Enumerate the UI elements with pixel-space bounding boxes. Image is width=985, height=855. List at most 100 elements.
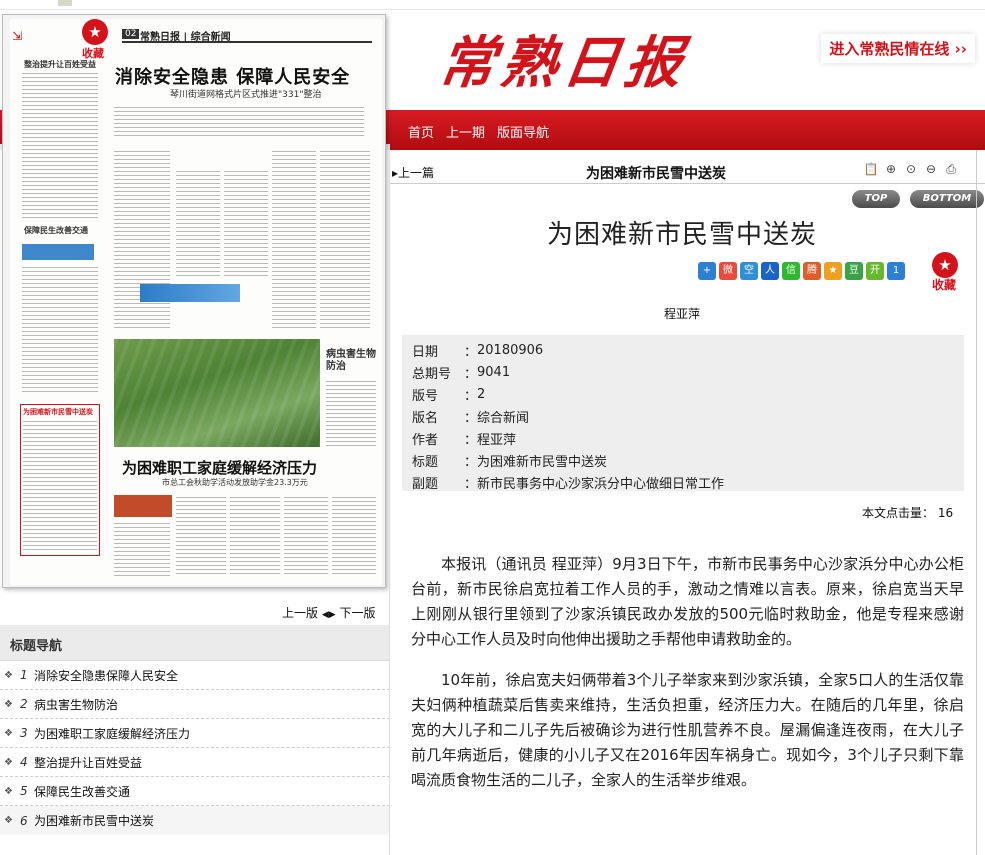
np-headline[interactable]: 消除安全隐患 保障人民安全 (115, 63, 350, 89)
meta-row: 版号 ： 2 (412, 383, 954, 405)
meta-colon: ： (464, 344, 478, 360)
item-label[interactable]: 消除安全隐患保障人民安全 (34, 667, 178, 684)
np-text-block (114, 149, 170, 329)
share-douban-icon[interactable]: 豆 (845, 262, 863, 280)
hits-value: 16 (937, 506, 954, 520)
share-wechat-icon[interactable]: 信 (782, 262, 800, 280)
item-label[interactable]: 为困难职工家庭缓解经济压力 (34, 725, 190, 742)
zoom-out-icon[interactable]: ⊖ (923, 161, 939, 177)
clipboard-icon[interactable]: 📋 (863, 161, 879, 177)
enter-minqing-link[interactable]: 进入常熟民情在线 ›› (821, 34, 975, 63)
prev-page-link[interactable]: 上一版 (282, 606, 318, 620)
meta-value: 9041 (477, 364, 511, 380)
meta-value: 程亚萍 (477, 432, 517, 448)
meta-row: 总期号 ： 9041 (412, 361, 954, 383)
bullet-icon: ❖ (4, 669, 13, 681)
zoom-reset-icon[interactable]: ⊙ (903, 161, 919, 177)
article-paragraph: 10年前，徐启宽夫妇俩带着3个儿子举家来到沙家浜镇，全家5口人的生活仅靠夫妇俩种… (411, 671, 964, 789)
newspaper-page[interactable]: ⇲ ★ 收藏 02 常熟日报 | 综合新闻 消除安全隐患 保障人民安全 琴川街道… (10, 19, 382, 585)
title-nav-item[interactable]: ❖ 5 保障民生改善交通 (0, 777, 390, 806)
bullet-icon: ❖ (4, 698, 13, 710)
top-strip (0, 0, 985, 10)
np-text-block (284, 495, 328, 577)
meta-row: 作者 ：程亚萍 (412, 427, 954, 449)
np-column-logo (114, 495, 172, 517)
article-favorite-label[interactable]: 收藏 (932, 276, 956, 293)
hit-counter: 本文点击量： 16 (862, 504, 953, 521)
np-text-block (326, 379, 376, 449)
article-bar: ▸上一篇 为困难新市民雪中送炭 📋 ⊕ ⊙ ⊖ ⎙ (390, 160, 985, 184)
article-tools: 📋 ⊕ ⊙ ⊖ ⎙ (863, 161, 959, 177)
article-meta-box: 日期： 20180906 总期号： 9041 版号： 2 版名：综合新闻 作者：程亚萍… (402, 335, 964, 493)
meta-value: 20180906 (477, 342, 544, 358)
item-label[interactable]: 整治提升让百姓受益 (34, 754, 142, 771)
next-page-link[interactable]: 下一版 (340, 606, 376, 620)
share-qzone-icon[interactable]: 空 (740, 262, 758, 280)
item-number: 6 (20, 813, 28, 828)
np-left-head-2[interactable]: 保障民生改善交通 (24, 225, 88, 236)
np-headline-2[interactable]: 为困难职工家庭缓解经济压力 (122, 457, 317, 478)
share-more-icon[interactable]: 1 (887, 262, 905, 280)
np-pest-heading[interactable]: 病虫害生物防治 (326, 349, 376, 373)
page-pager: 上一版 ◀▶ 下一版 (282, 604, 376, 621)
nav-prev-issue[interactable]: 上一期 (446, 122, 485, 141)
prev-article-link[interactable]: ▸上一篇 (392, 164, 434, 181)
meta-row: 版名 ：综合新闻 (412, 405, 954, 427)
share-star-icon[interactable]: ★ (824, 262, 842, 280)
arrow-left-icon[interactable]: ◀ (322, 610, 329, 620)
bullet-icon: ❖ (4, 727, 13, 739)
article-favorite-star-icon[interactable]: ★ (932, 252, 958, 278)
bullet-icon: ❖ (4, 815, 13, 826)
np-left-banner (22, 244, 94, 260)
meta-key: 版号 (412, 388, 439, 404)
top-nav: 首页 上一期 版面导航 (408, 122, 549, 141)
nav-home[interactable]: 首页 (408, 122, 434, 141)
np-text-block (176, 169, 220, 279)
share-tqq-icon[interactable]: 腾 (803, 262, 821, 280)
np-text-block (230, 495, 280, 577)
masthead-logo[interactable]: 常熟日报 (434, 18, 693, 99)
scrollbar-track[interactable] (976, 150, 977, 855)
meta-value: 为困难新市民雪中送炭 (477, 454, 608, 470)
column-divider (389, 150, 390, 855)
np-field-photo (114, 339, 320, 447)
share-add-icon[interactable]: + (698, 262, 716, 280)
item-number: 1 (20, 668, 28, 682)
title-nav-item[interactable]: ❖ 2 病虫害生物防治 (0, 690, 390, 719)
item-label[interactable]: 病虫害生物防治 (34, 696, 118, 713)
arrow-right-icon[interactable]: ▶ (329, 610, 336, 620)
item-number: 4 (20, 755, 28, 769)
title-nav-item[interactable]: ❖ 3 为困难职工家庭缓解经济压力 (0, 719, 390, 748)
meta-value: 2 (477, 386, 486, 402)
np-left-head-3[interactable]: 为困难新市民雪中送炭 (23, 407, 93, 417)
top-button[interactable]: TOP (852, 190, 900, 208)
bottom-button[interactable]: BOTTOM (910, 190, 984, 208)
meta-colon: ： (464, 410, 478, 426)
meta-colon: ： (464, 432, 478, 448)
prev-article-label[interactable]: 上一篇 (398, 166, 434, 180)
meta-row: 副题 ：新市民事务中心沙家浜分中心做细日常工作 (412, 471, 954, 493)
title-nav-item[interactable]: ❖ 1 消除安全隐患保障人民安全 (0, 661, 390, 690)
share-weibo-icon[interactable]: 微 (719, 262, 737, 280)
article-paragraph: 本报讯（通讯员 程亚萍）9月3日下午，市新市民事务中心沙家浜分中心办公柜台前，新… (411, 555, 964, 648)
title-nav-item[interactable]: ❖ 6 为困难新市民雪中送炭 (0, 806, 390, 835)
item-label[interactable]: 保障民生改善交通 (34, 783, 130, 800)
meta-key: 版名 (412, 410, 439, 426)
top-tab (58, 0, 72, 6)
np-left-head-1[interactable]: 整治提升让百姓受益 (24, 59, 96, 70)
meta-value: 综合新闻 (477, 410, 530, 426)
np-page-name: 常熟日报 | 综合新闻 (140, 32, 231, 43)
title-nav-item[interactable]: ❖ 4 整治提升让百姓受益 (0, 748, 390, 777)
newspaper-page-frame: ⇲ ★ 收藏 02 常熟日报 | 综合新闻 消除安全隐患 保障人民安全 琴川街道… (2, 14, 386, 588)
nav-page-nav[interactable]: 版面导航 (497, 122, 549, 141)
print-icon[interactable]: ⎙ (943, 161, 959, 177)
np-text-block (272, 149, 316, 329)
np-page-number: 02 (122, 29, 140, 39)
share-kaixin-icon[interactable]: 开 (866, 262, 884, 280)
np-text-block (114, 521, 170, 577)
favorite-star-icon[interactable]: ★ (82, 19, 108, 45)
item-label[interactable]: 为困难新市民雪中送炭 (34, 812, 154, 829)
zoom-in-icon[interactable]: ⊕ (883, 161, 899, 177)
share-renren-icon[interactable]: 人 (761, 262, 779, 280)
article-body: 本报讯（通讯员 程亚萍）9月3日下午，市新市民事务中心沙家浜分中心办公柜台前，新… (411, 552, 964, 809)
